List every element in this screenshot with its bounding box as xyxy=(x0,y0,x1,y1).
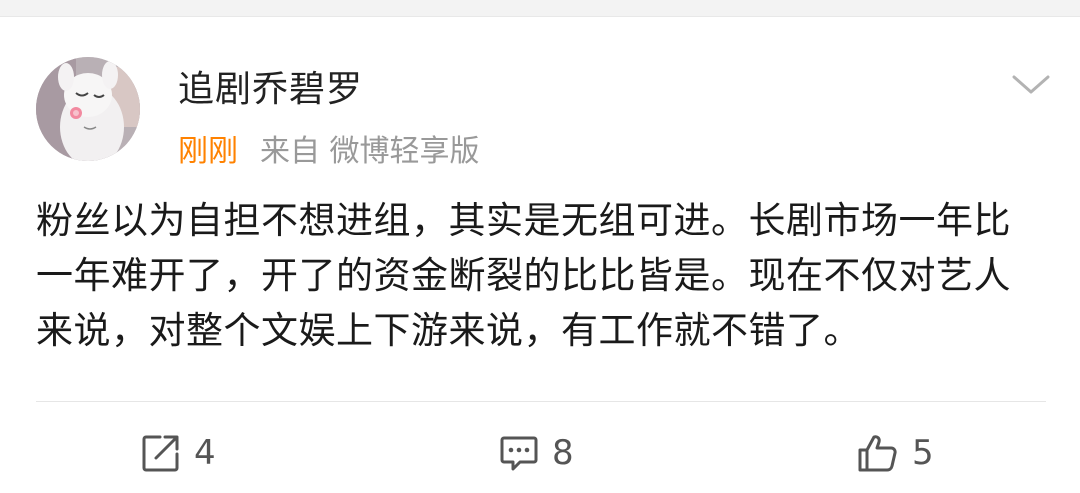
username[interactable]: 追剧乔碧罗 xyxy=(178,69,363,111)
repost-button[interactable]: 4 xyxy=(140,431,216,475)
post-meta: 刚刚 来自 微博轻享版 xyxy=(178,135,480,169)
speech-bubble-icon xyxy=(500,436,538,471)
post-time: 刚刚 xyxy=(178,134,238,169)
like-button[interactable]: 5 xyxy=(856,431,934,475)
repost-count: 4 xyxy=(194,433,216,473)
action-divider xyxy=(36,401,1046,402)
chevron-down-icon xyxy=(1012,75,1050,94)
more-options-button[interactable] xyxy=(1010,69,1052,99)
share-square-arrow-icon xyxy=(142,435,179,472)
post-source[interactable]: 来自 微博轻享版 xyxy=(260,134,480,169)
top-separator-band xyxy=(0,0,1080,17)
alpaca-plush-avatar-image xyxy=(36,57,140,161)
post-content: 粉丝以为自担不想进组，其实是无组可进。长剧市场一年比一年难开了，开了的资金断裂的… xyxy=(36,199,1011,352)
avatar[interactable] xyxy=(36,57,140,161)
comment-count: 8 xyxy=(552,433,574,473)
like-count: 5 xyxy=(912,433,934,473)
thumbs-up-icon xyxy=(858,435,897,472)
comment-button[interactable]: 8 xyxy=(498,431,574,475)
weibo-post-card: 追剧乔碧罗 刚刚 来自 微博轻享版 粉丝以为自担不想进组，其实是无组可进。长剧市场… xyxy=(0,17,1080,493)
